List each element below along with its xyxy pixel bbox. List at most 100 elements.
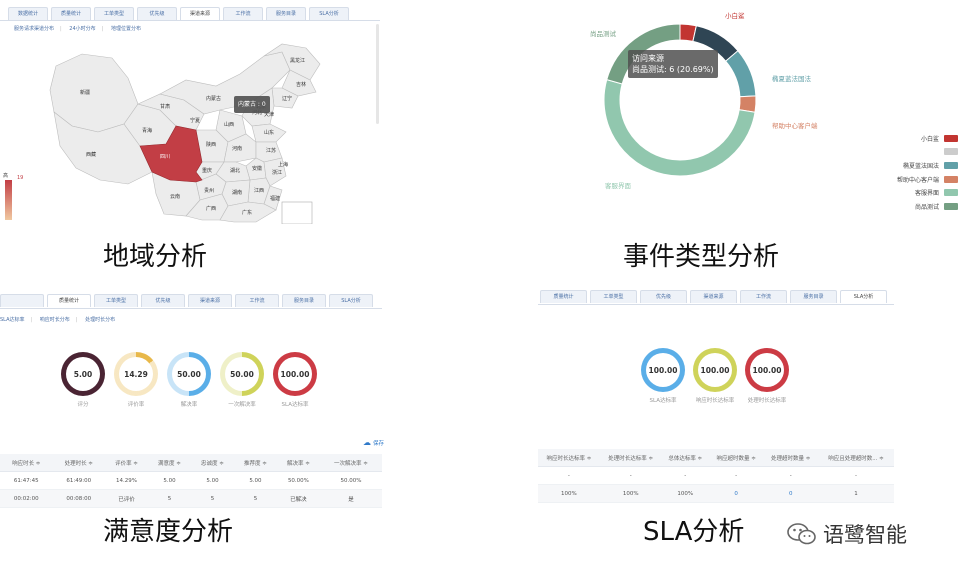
tab-panel_sla-4[interactable]: 工作流 [740,290,787,303]
column-header[interactable]: 处理超时数量 ≑ [763,449,818,467]
donut-slice-4[interactable] [603,79,756,177]
province-label: 云南 [170,193,180,200]
map-legend-bar[interactable] [5,180,12,220]
tab-panel_sla-3[interactable]: 渠道来源 [690,290,737,303]
satisfaction-subnav: SLA达标率 | 响应时长分布 | 处理时长分布 [0,317,116,323]
tab-panel_satisfaction-1[interactable]: 质量统计 [47,294,91,307]
tab-panel_region-7[interactable]: SLA分析 [309,7,349,20]
tab-panel_region-1[interactable]: 质量统计 [51,7,91,20]
column-header[interactable]: 处理时长达标率 ≑ [599,449,662,467]
tab-panel_sla-6[interactable]: SLA分析 [840,290,887,303]
column-header[interactable]: 响应时长 ≑ [0,454,53,472]
column-header[interactable]: 评价率 ≑ [105,454,148,472]
ring-gauge: 100.00 [745,348,789,392]
table-cell: 100% [538,484,600,503]
legend-swatch [944,162,958,169]
ring-label: 处理时长达标率 [747,398,787,404]
cloud-icon: ☁ [363,438,371,447]
column-header[interactable]: 处理时长 ≑ [52,454,105,472]
table-cell: 50.00% [276,471,320,490]
ring-metric-4: 100.00 SLA达标率 [273,352,317,408]
ring-label: SLA达标率 [649,398,677,404]
tab-panel_satisfaction-6[interactable]: 服务目录 [282,294,326,307]
ring-value: 5.00 [66,357,100,391]
tab-panel_region-4[interactable]: 渠道来源 [180,7,220,20]
tab-panel_satisfaction-2[interactable]: 工单类型 [94,294,138,307]
event-tooltip-value: 尚品测试: 6 (20.69%) [632,65,714,74]
subnav-channel[interactable]: 服务请求渠道分布 [14,26,54,32]
legend-item-3[interactable]: 帮助中心客户端 [897,175,958,184]
legend-swatch [944,202,958,210]
tab-panel_satisfaction-4[interactable]: 渠道来源 [188,294,232,307]
subnav-geo[interactable]: 地理位置分布 [111,26,141,32]
tab-panel_satisfaction-3[interactable]: 优先级 [141,294,185,307]
subnav-response[interactable]: 响应时长分布 [40,317,70,323]
map-inset-box [281,201,313,224]
legend-label: 帮助中心客户端 [896,176,939,184]
table-cell: 50.00% [319,471,382,490]
subnav-handle[interactable]: 处理时长分布 [85,317,115,323]
tab-panel_sla-5[interactable]: 服务目录 [790,290,837,303]
table-cell: 5 [190,489,234,508]
legend-item-2[interactable]: 椭夏蓝法国法 [903,161,958,170]
ring-label: 评分 [77,402,89,408]
tab-panel_satisfaction-7[interactable]: SLA分析 [329,294,373,307]
save-button[interactable]: ☁ 保存 [363,438,384,447]
table-cell: 00:08:00 [52,489,105,508]
subnav-24h[interactable]: 24小时分布 [69,26,95,32]
legend-item-1[interactable] [939,147,958,155]
table-cell: 61:49:00 [52,471,105,490]
legend-item-4[interactable]: 客服界面 [915,188,958,197]
tab-panel_region-5[interactable]: 工作流 [223,7,263,20]
province-label: 山西 [224,121,234,128]
table-cell: 00:02:00 [0,489,53,508]
column-header[interactable]: 响应超时数量 ≑ [708,449,764,467]
tab-panel_sla-1[interactable]: 工单类型 [590,290,637,303]
table-cell: 14.29% [105,471,148,490]
tab-panel_region-0[interactable]: 数据统计 [8,7,48,20]
ring-metric-0: 100.00 SLA达标率 [641,348,685,404]
china-map: 新疆西藏青海甘肃四川内蒙古宁夏山西河北北京天津辽宁吉林黑龙江陕西河南山东江苏安徽… [49,43,321,224]
column-header[interactable]: 忠诚度 ≑ [190,454,234,472]
map-legend-high-value: 19 [17,175,24,181]
tab-panel_satisfaction-5[interactable]: 工作流 [235,294,279,307]
donut-slice-2[interactable] [725,50,757,98]
table-cell: 5 [147,489,191,508]
legend-item-0[interactable]: 小白鲨 [921,134,958,143]
subnav-sla[interactable]: SLA达标率 [0,317,25,323]
column-header[interactable]: 响应且处理超时数... ≑ [817,449,894,467]
region-subnav: 服务请求渠道分布 | 24小时分布 | 地理位置分布 [14,26,141,32]
table-cell: - [763,466,818,485]
save-label: 保存 [373,440,385,447]
column-header[interactable]: 总体达标率 ≑ [661,449,709,467]
legend-item-5[interactable]: 尚品测试 [915,202,958,211]
ring-value: 50.00 [225,357,259,391]
tab-panel_region-3[interactable]: 优先级 [137,7,177,20]
table-row: 100% 100% 100% 0 0 1 [538,484,894,503]
caption-region: 地域分析 [103,242,208,272]
province-label: 河南 [232,145,242,152]
tab-panel_satisfaction-0[interactable] [0,294,44,307]
tab-panel_sla-2[interactable]: 优先级 [640,290,687,303]
province-label: 四川 [160,154,170,160]
province-label: 湖南 [232,189,242,196]
table-cell: 61:47:45 [0,471,53,490]
column-header[interactable]: 推荐度 ≑ [233,454,277,472]
column-header[interactable]: 一次解决率 ≑ [319,454,382,472]
province-label: 青海 [142,127,152,134]
table-cell: 5.00 [233,471,277,490]
tab-panel_region-2[interactable]: 工单类型 [94,7,134,20]
tab-panel_sla-0[interactable]: 质量统计 [540,290,587,303]
column-header[interactable]: 响应时长达标率 ≑ [538,449,600,467]
tab-panel_region-6[interactable]: 服务目录 [266,7,306,20]
table-cell: - [708,466,764,485]
table-cell: 已解决 [276,489,320,508]
caption-satisfaction: 满意度分析 [103,517,234,547]
province-label: 贵州 [204,187,214,194]
province-label: 浙江 [272,169,282,176]
column-header[interactable]: 解决率 ≑ [276,454,320,472]
region-scrollbar[interactable] [376,24,379,124]
column-header[interactable]: 满意度 ≑ [147,454,191,472]
ring-metric-2: 100.00 处理时长达标率 [745,348,789,404]
table-cell: 1 [817,484,894,503]
